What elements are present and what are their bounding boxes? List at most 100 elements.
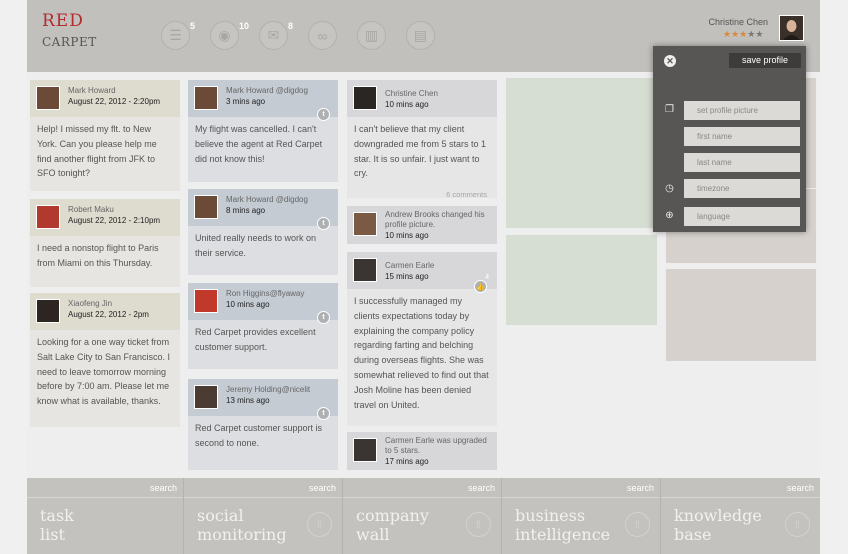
avatar <box>194 195 218 219</box>
tab-label: social monitoring <box>197 506 287 544</box>
avatar <box>353 258 377 282</box>
search-link[interactable]: search <box>627 483 654 493</box>
search-link[interactable]: search <box>787 483 814 493</box>
like-icon[interactable]: 👍 <box>474 280 487 293</box>
task-card[interactable]: Xiaofeng Jin August 22, 2012 - 2pm Looki… <box>30 293 180 427</box>
avatar <box>36 205 60 229</box>
arrow-up-icon[interactable]: ⇧ <box>307 512 332 537</box>
close-icon[interactable]: ✕ <box>664 55 676 67</box>
social-card-header: Mark Howard @digdog 8 mins ago t <box>188 189 338 230</box>
wall-body: I can't believe that my client downgrade… <box>354 124 487 179</box>
wall-card[interactable]: Carmen Earle 15 mins ago 👍 4 I successfu… <box>347 252 497 426</box>
star-icon: ★ <box>723 29 732 39</box>
task-author: Mark Howard <box>68 86 116 95</box>
social-date: 3 mins ago <box>226 97 266 106</box>
user-avatar[interactable] <box>779 15 804 41</box>
avatar <box>194 385 218 409</box>
tab-label: company wall <box>356 506 429 544</box>
timezone-field[interactable]: timezone <box>684 179 800 198</box>
user-icon[interactable]: ◉ <box>210 21 239 50</box>
wall-date: 17 mins ago <box>385 457 429 466</box>
first-name-field[interactable]: first name <box>684 127 800 146</box>
wall-card[interactable]: Andrew Brooks changed his profile pictur… <box>347 206 497 244</box>
search-link[interactable]: search <box>309 483 336 493</box>
logo-red: RED <box>42 11 84 31</box>
social-card-header: Jeremy Holding@nicelit 13 mins ago t <box>188 379 338 420</box>
bi-tile[interactable] <box>506 78 657 228</box>
comments-count[interactable]: 6 comments <box>446 190 487 199</box>
avatar <box>353 438 377 462</box>
business-intelligence-tab[interactable]: search business intelligence ⇧ <box>502 478 661 554</box>
avatar <box>36 299 60 323</box>
task-date: August 22, 2012 - 2:10pm <box>68 216 161 225</box>
arrow-up-icon[interactable]: ⇧ <box>785 512 810 537</box>
divider <box>27 497 183 498</box>
social-monitoring-column: Mark Howard @digdog 3 mins ago t My flig… <box>188 72 338 478</box>
picture-icon: ❐ <box>665 104 674 115</box>
social-author: Jeremy Holding@nicelit <box>226 385 311 394</box>
task-card[interactable]: Robert Maku August 22, 2012 - 2:10pm I n… <box>30 199 180 287</box>
tasks-icon[interactable]: ☰ <box>161 21 190 50</box>
task-card-header: Xiaofeng Jin August 22, 2012 - 2pm <box>30 293 180 330</box>
avatar <box>194 289 218 313</box>
task-body: Looking for a one way ticket from Salt L… <box>37 337 171 407</box>
arrow-up-icon[interactable]: ⇧ <box>625 512 650 537</box>
set-profile-picture-field[interactable]: set profile picture <box>684 101 800 120</box>
logo-carpet: CARPET <box>42 35 97 49</box>
task-card-header: Mark Howard August 22, 2012 - 2:20pm <box>30 80 180 117</box>
user-name[interactable]: Christine Chen <box>700 17 768 27</box>
star-icon: ★ <box>755 29 764 39</box>
chat-badge: 8 <box>288 21 294 31</box>
task-date: August 22, 2012 - 2:20pm <box>68 97 161 106</box>
arrow-up-icon[interactable]: ⇧ <box>466 512 491 537</box>
infinity-icon[interactable]: ∞ <box>308 21 337 50</box>
language-field[interactable]: language <box>684 207 800 226</box>
wall-card-header: Carmen Earle 15 mins ago 👍 4 <box>347 252 497 293</box>
wall-body: I successfully managed my clients expect… <box>354 296 489 410</box>
task-body: I need a nonstop flight to Paris from Mi… <box>37 243 159 268</box>
social-author: Mark Howard @digdog <box>226 195 308 204</box>
twitter-icon[interactable]: t <box>317 217 330 230</box>
task-author: Xiaofeng Jin <box>68 299 113 308</box>
divider <box>661 497 820 498</box>
twitter-icon[interactable]: t <box>317 108 330 121</box>
wall-card[interactable]: Christine Chen 10 mins ago I can't belie… <box>347 80 497 199</box>
right-gutter <box>820 0 848 554</box>
wall-card-header: Andrew Brooks changed his profile pictur… <box>347 206 497 243</box>
knowledge-base-tab[interactable]: search knowledge base ⇧ <box>661 478 820 554</box>
social-card-header: Ron Higgins@flyaway 10 mins ago t <box>188 283 338 324</box>
twitter-icon[interactable]: t <box>317 311 330 324</box>
tasks-badge: 5 <box>190 21 196 31</box>
clock-icon: ◷ <box>665 183 674 194</box>
social-body: My flight was cancelled. I can't believe… <box>195 124 323 164</box>
twitter-icon[interactable]: t <box>317 407 330 420</box>
bi-tile[interactable] <box>506 235 657 325</box>
chart-icon[interactable]: ▥ <box>357 21 386 50</box>
search-link[interactable]: search <box>150 483 177 493</box>
wall-author: Carmen Earle <box>385 261 435 270</box>
company-wall-tab[interactable]: search company wall ⇧ <box>343 478 502 554</box>
business-intelligence-column <box>506 72 657 478</box>
task-list-column: Mark Howard August 22, 2012 - 2:20pm Hel… <box>30 72 180 478</box>
task-card[interactable]: Mark Howard August 22, 2012 - 2:20pm Hel… <box>30 80 180 191</box>
wall-card[interactable]: Carmen Earle was upgraded to 5 stars. 17… <box>347 432 497 470</box>
star-icon: ★ <box>731 29 740 39</box>
social-card[interactable]: Mark Howard @digdog 3 mins ago t My flig… <box>188 80 338 182</box>
social-card[interactable]: Mark Howard @digdog 8 mins ago t United … <box>188 189 338 275</box>
social-date: 10 mins ago <box>226 300 270 309</box>
last-name-field[interactable]: last name <box>684 153 800 172</box>
kb-tile[interactable] <box>666 269 816 361</box>
logo[interactable]: RED CARPET <box>42 11 97 59</box>
like-count: 4 <box>485 274 489 281</box>
divider <box>184 497 342 498</box>
folder-icon[interactable]: ▤ <box>406 21 435 50</box>
social-card[interactable]: Ron Higgins@flyaway 10 mins ago t Red Ca… <box>188 283 338 369</box>
search-link[interactable]: search <box>468 483 495 493</box>
social-card[interactable]: Jeremy Holding@nicelit 13 mins ago t Red… <box>188 379 338 470</box>
chat-icon[interactable]: ✉ <box>259 21 288 50</box>
social-body: Red Carpet customer support is second to… <box>195 423 323 448</box>
wall-card-header: Carmen Earle was upgraded to 5 stars. 17… <box>347 432 497 469</box>
task-list-tab[interactable]: search task list <box>27 478 184 554</box>
save-profile-button[interactable]: save profile <box>729 53 801 68</box>
social-monitoring-tab[interactable]: search social monitoring ⇧ <box>184 478 343 554</box>
